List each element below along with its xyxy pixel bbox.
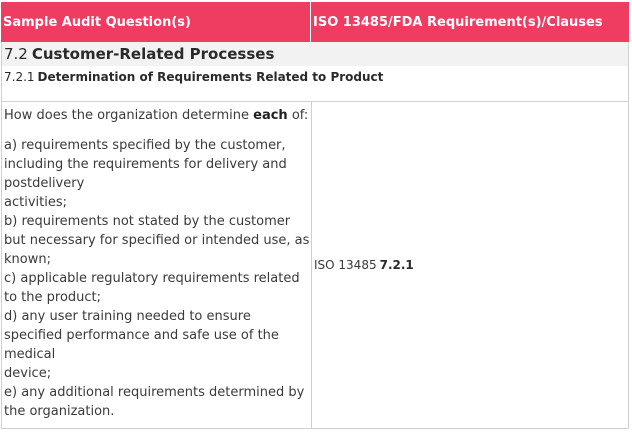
question-line: e) any additional requirements determine… (4, 385, 305, 400)
requirement-clause: 7.2.1 (379, 258, 414, 272)
section-row: 7.2 Customer-Related Processes (1, 42, 629, 66)
question-line: medical (4, 347, 56, 362)
question-line: to the product; (4, 290, 102, 305)
question-line: a) requirements specified by the custome… (4, 138, 286, 153)
question-intro: How does the organization determine each… (4, 106, 309, 125)
question-line: c) applicable regulatory requirements re… (4, 271, 300, 286)
section-number: 7.2 (4, 45, 28, 63)
question-line: d) any user training needed to ensure (4, 309, 251, 324)
requirement-prefix: ISO 13485 (314, 258, 377, 272)
subsection-title: Determination of Requirements Related to… (37, 70, 384, 84)
table-header-row: Sample Audit Question(s) ISO 13485/FDA R… (1, 2, 629, 42)
question-line: specified performance and safe use of th… (4, 328, 279, 343)
question-row: How does the organization determine each… (1, 102, 629, 429)
question-line: the organization. (4, 404, 115, 419)
section-title: Customer-Related Processes (31, 45, 275, 63)
question-line: device; (4, 366, 52, 381)
subsection-number: 7.2.1 (4, 70, 35, 84)
question-line: including the requirements for delivery … (4, 157, 287, 172)
question-line: known; (4, 252, 51, 267)
intro-end: of: (287, 108, 309, 123)
requirement-cell: ISO 13485 7.2.1 (311, 102, 628, 428)
question-cell: How does the organization determine each… (2, 102, 311, 428)
audit-table: Sample Audit Question(s) ISO 13485/FDA R… (1, 2, 629, 429)
question-line: but necessary for specified or intended … (4, 233, 310, 248)
subsection-row: 7.2.1 Determination of Requirements Relat… (1, 66, 629, 102)
question-line: activities; (4, 195, 67, 210)
question-line: b) requirements not stated by the custom… (4, 214, 291, 229)
intro-emphasis: each (253, 108, 288, 123)
intro-text: How does the organization determine (4, 108, 254, 123)
header-sample-audit-question: Sample Audit Question(s) (3, 14, 191, 30)
question-line: postdelivery (4, 176, 85, 191)
header-requirement-clauses: ISO 13485/FDA Requirement(s)/Clauses (310, 2, 629, 42)
